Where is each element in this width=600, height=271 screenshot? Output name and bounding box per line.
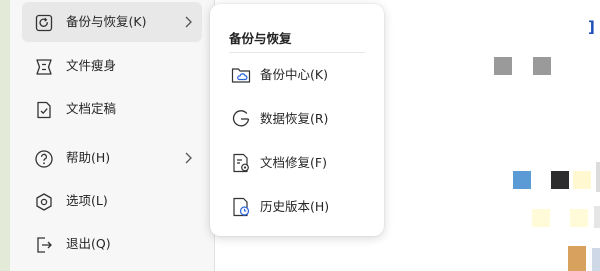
document-repair-icon <box>233 153 249 173</box>
submenu-item-data-recovery[interactable]: 数据恢复(R) <box>222 101 372 137</box>
submenu-divider <box>229 52 365 53</box>
document-finalize-icon <box>37 101 51 119</box>
menu-item-backup-restore[interactable]: 备份与恢复(K) <box>22 2 202 42</box>
chevron-right-icon <box>185 16 192 28</box>
chevron-right-icon <box>185 152 192 164</box>
blurred-content <box>494 57 512 75</box>
file-menu: 备份与恢复(K) 文件瘦身 文档定稿 帮助(H) 选项(L) 退出(Q) <box>10 0 215 271</box>
menu-item-label: 备份与恢复(K) <box>66 14 147 29</box>
menu-item-file-slim[interactable]: 文件瘦身 <box>22 46 202 86</box>
menu-item-label: 帮助(H) <box>66 150 111 165</box>
help-icon <box>35 150 53 168</box>
blurred-content <box>532 209 550 227</box>
history-version-icon <box>233 197 250 217</box>
blurred-content <box>533 57 551 75</box>
submenu-item-history-version[interactable]: 历史版本(H) <box>222 189 372 225</box>
menu-item-label: 文件瘦身 <box>66 58 117 73</box>
backup-restore-icon <box>35 14 53 32</box>
submenu-item-label: 备份中心(K) <box>260 67 328 82</box>
submenu-item-document-repair[interactable]: 文档修复(F) <box>222 145 372 181</box>
menu-item-label: 退出(Q) <box>66 236 111 251</box>
blurred-content <box>594 206 600 228</box>
blurred-content <box>551 171 569 189</box>
submenu-item-backup-center[interactable]: 备份中心(K) <box>222 57 372 93</box>
exit-icon <box>37 237 52 253</box>
menu-item-document-finalize[interactable]: 文档定稿 <box>22 89 202 129</box>
blurred-content <box>513 171 531 189</box>
menu-item-options[interactable]: 选项(L) <box>22 181 202 221</box>
submenu-item-label: 数据恢复(R) <box>260 111 329 126</box>
blurred-content <box>573 171 591 189</box>
backup-center-icon <box>231 68 251 83</box>
document-canvas[interactable]: ] <box>368 0 600 271</box>
data-recovery-icon <box>232 110 250 127</box>
document-edge-text: ] <box>588 18 595 36</box>
backup-restore-submenu: 备份与恢复 备份中心(K) 数据恢复(R) 文档修复(F) 历史版本(H) <box>210 4 384 236</box>
file-slim-icon <box>36 59 52 75</box>
menu-item-label: 选项(L) <box>66 193 108 208</box>
blurred-content <box>596 162 600 192</box>
window-left-edge <box>0 0 10 271</box>
blurred-content <box>568 246 586 271</box>
blurred-content <box>592 248 600 271</box>
menu-item-help[interactable]: 帮助(H) <box>22 138 202 178</box>
blurred-content <box>570 209 588 227</box>
submenu-item-label: 历史版本(H) <box>260 199 330 214</box>
submenu-item-label: 文档修复(F) <box>260 155 327 170</box>
options-icon <box>36 193 52 211</box>
menu-item-label: 文档定稿 <box>66 101 117 116</box>
menu-item-exit[interactable]: 退出(Q) <box>22 224 202 264</box>
submenu-title: 备份与恢复 <box>229 31 292 46</box>
